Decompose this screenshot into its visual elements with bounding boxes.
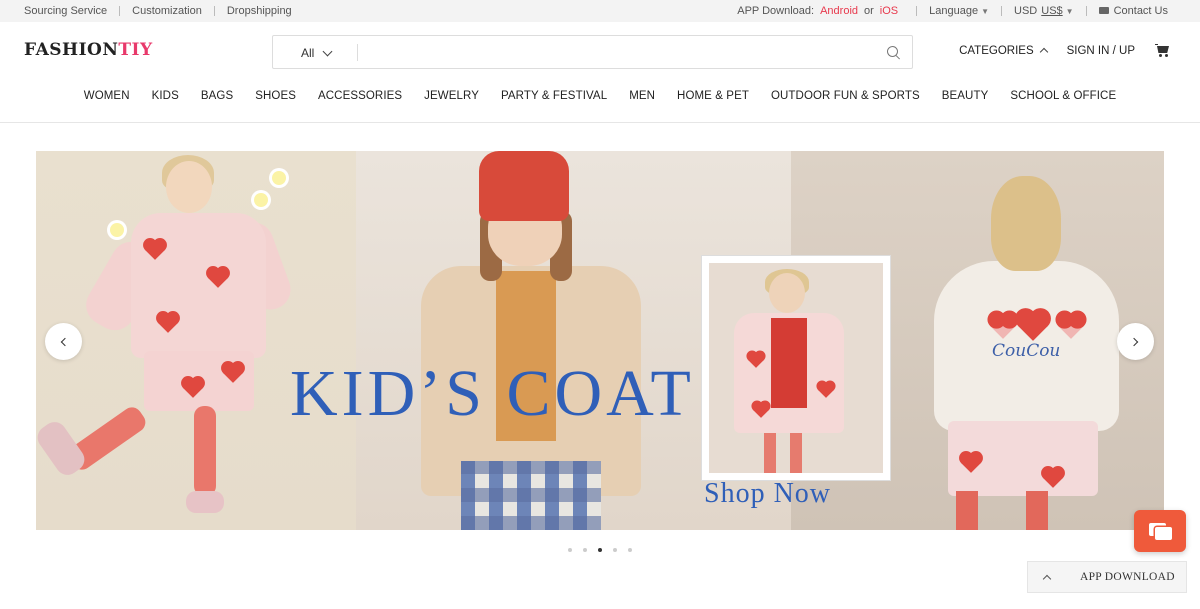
carousel-dot[interactable] <box>568 548 572 552</box>
chat-button[interactable] <box>1134 510 1186 552</box>
nav-item-men[interactable]: MEN <box>629 90 655 108</box>
search-icon[interactable] <box>887 46 900 59</box>
carousel-next-button[interactable] <box>1117 323 1154 360</box>
categories-menu[interactable]: CATEGORIES <box>959 44 1048 57</box>
chevron-down-icon: ▼ <box>981 7 990 16</box>
top-utility-bar: Sourcing Service Customization Dropshipp… <box>0 0 1200 22</box>
search-category-label: All <box>301 46 315 60</box>
carousel-dot[interactable] <box>598 548 602 552</box>
divider <box>916 6 918 16</box>
header-divider <box>0 122 1200 123</box>
nav-item-kids[interactable]: KIDS <box>152 90 179 108</box>
chevron-left-icon <box>60 337 70 346</box>
categories-label: CATEGORIES <box>959 44 1034 57</box>
divider <box>119 6 121 16</box>
nav-item-beauty[interactable]: BEAUTY <box>942 90 989 108</box>
chevron-up-icon <box>1039 47 1048 57</box>
nav-item-accessories[interactable]: ACCESSORIES <box>318 90 402 108</box>
nav-item-home-pet[interactable]: HOME & PET <box>677 90 749 108</box>
cart-icon[interactable] <box>1155 44 1170 57</box>
top-links: Sourcing Service Customization Dropshipp… <box>24 5 292 17</box>
header-actions: CATEGORIES SIGN IN / UP <box>959 44 1170 57</box>
shop-now-link[interactable]: Shop Now <box>704 478 831 510</box>
site-logo[interactable]: FASHIONTIY <box>24 40 153 60</box>
ios-link[interactable]: iOS <box>880 5 898 17</box>
app-download-widget[interactable]: APP DOWNLOAD <box>1027 561 1187 593</box>
divider <box>1085 6 1087 16</box>
nav-item-jewelry[interactable]: JEWELRY <box>424 90 479 108</box>
hero-banner[interactable]: CouCou KID’S COAT Shop Now <box>36 151 1164 530</box>
divider <box>213 6 215 16</box>
logo-accent-text: TIY <box>118 40 153 60</box>
nav-item-party-festival[interactable]: PARTY & FESTIVAL <box>501 90 607 108</box>
customization-link[interactable]: Customization <box>132 5 202 17</box>
sign-in-link[interactable]: SIGN IN / UP <box>1067 45 1135 57</box>
main-nav: WOMEN KIDS BAGS SHOES ACCESSORIES JEWELR… <box>0 90 1200 108</box>
currency-code: USD <box>1014 5 1038 17</box>
dropshipping-link[interactable]: Dropshipping <box>227 5 292 17</box>
chevron-up-icon <box>1042 574 1052 583</box>
mail-icon <box>1098 7 1109 14</box>
nav-item-school-office[interactable]: SCHOOL & OFFICE <box>1010 90 1116 108</box>
contact-us-link[interactable]: Contact Us <box>1098 5 1168 17</box>
carousel-dot[interactable] <box>613 548 617 552</box>
chevron-right-icon <box>1129 337 1139 346</box>
logo-text: FASHION <box>24 40 119 60</box>
language-label: Language <box>929 5 979 17</box>
search-category-dropdown[interactable]: All <box>301 46 333 60</box>
carousel-dot[interactable] <box>583 548 587 552</box>
divider <box>1001 6 1003 16</box>
android-link[interactable]: Android <box>820 5 858 17</box>
carousel-pagination <box>568 548 643 552</box>
carousel-prev-button[interactable] <box>45 323 82 360</box>
banner-headline: KID’S COAT <box>290 357 695 430</box>
coat-print-text: CouCou <box>992 341 1061 361</box>
currency-selector[interactable]: USD US$ ▼ <box>1014 5 1074 17</box>
nav-item-bags[interactable]: BAGS <box>201 90 233 108</box>
search-bar: All <box>272 35 913 69</box>
language-selector[interactable]: Language ▼ <box>929 5 989 17</box>
framed-photo <box>702 256 890 480</box>
contact-us-label: Contact Us <box>1113 5 1168 17</box>
nav-item-women[interactable]: WOMEN <box>84 90 130 108</box>
top-right-utilities: APP Download: Android or iOS Language ▼ U… <box>737 5 1168 17</box>
currency-symbol: US$ <box>1041 5 1063 17</box>
divider <box>357 44 358 61</box>
chevron-down-icon: ▼ <box>1065 7 1074 16</box>
chevron-down-icon <box>322 46 333 56</box>
carousel-dot[interactable] <box>628 548 632 552</box>
nav-item-outdoor-fun-sports[interactable]: OUTDOOR FUN & SPORTS <box>771 90 920 108</box>
app-download-label: APP Download: <box>737 5 815 17</box>
search-input[interactable] <box>365 42 865 64</box>
or-text: or <box>864 5 874 17</box>
nav-item-shoes[interactable]: SHOES <box>255 90 296 108</box>
app-download-label: APP DOWNLOAD <box>1080 571 1175 583</box>
sourcing-service-link[interactable]: Sourcing Service <box>24 5 107 17</box>
